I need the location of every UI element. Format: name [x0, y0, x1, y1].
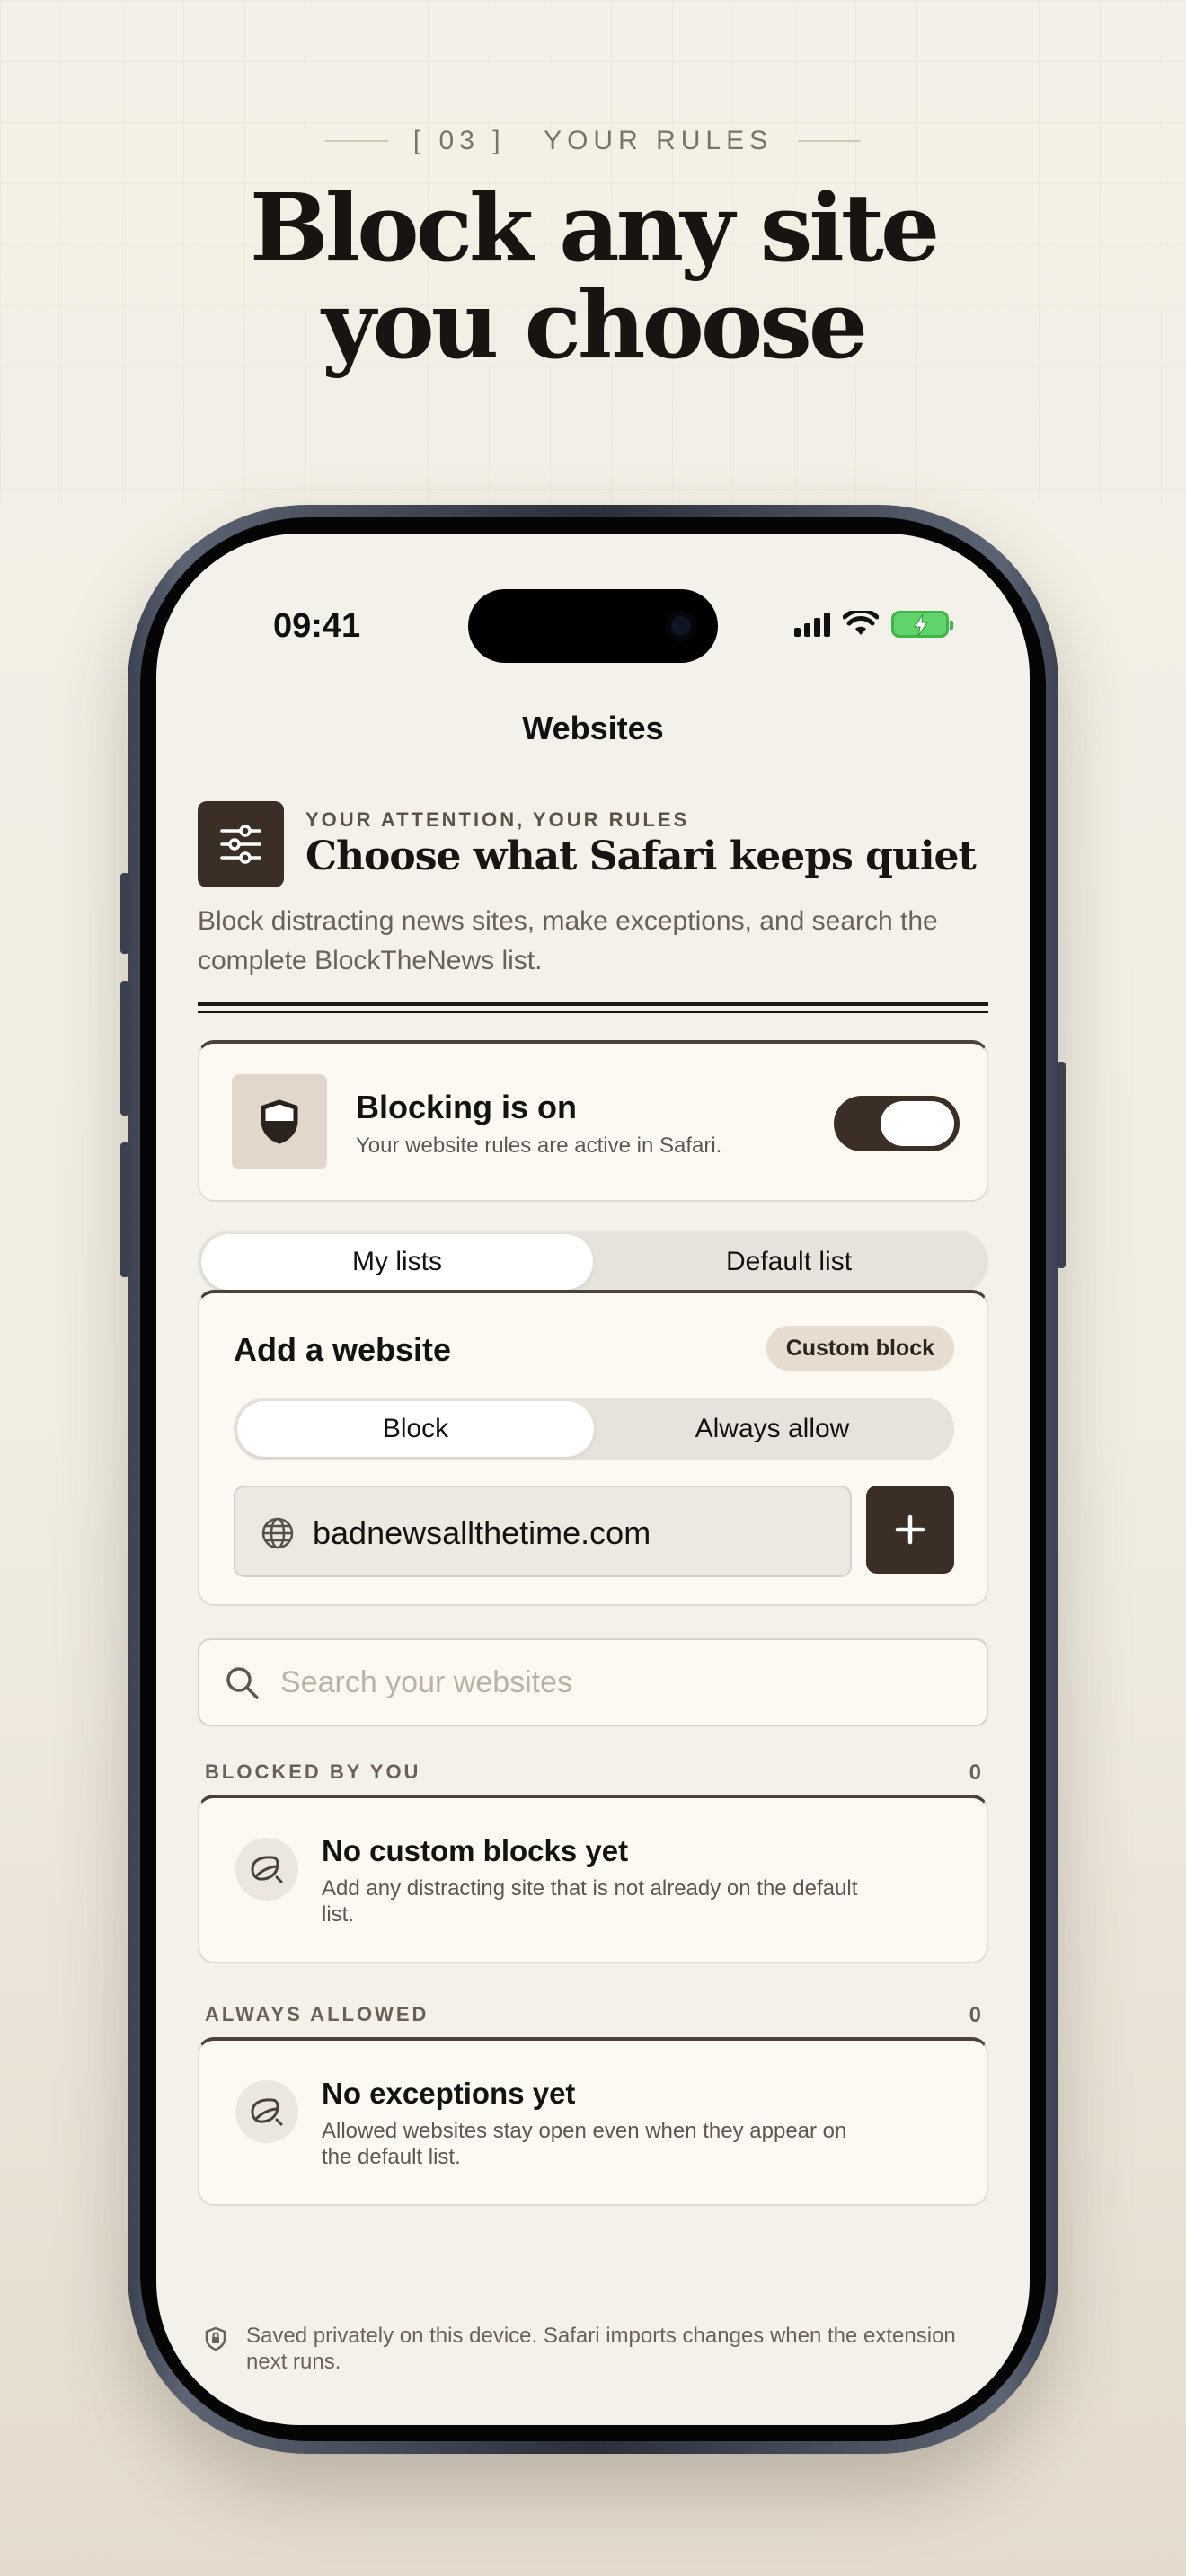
website-url-input[interactable]: badnewsallthetime.com	[234, 1486, 852, 1577]
search-icon	[226, 1667, 259, 1699]
add-website-button[interactable]	[866, 1486, 954, 1574]
allowed-empty-title: No exceptions yet	[322, 2077, 576, 2110]
page-title: Choose what Safari keeps quiet	[305, 834, 977, 879]
eyebrow-rule-right	[798, 140, 862, 142]
search-input[interactable]: Search your websites	[198, 1638, 988, 1726]
status-time: 09:41	[273, 607, 361, 645]
tab-default-list[interactable]: Default list	[593, 1234, 985, 1290]
dynamic-island	[468, 589, 718, 663]
privacy-note: Saved privately on this device. Safari i…	[246, 2324, 956, 2374]
add-website-title: Add a website	[234, 1331, 452, 1368]
headline-line-2: you choose	[321, 269, 868, 380]
status-icons	[794, 611, 953, 638]
toggle-knob	[881, 1101, 954, 1146]
camera-icon	[666, 611, 696, 641]
blocking-subtitle: Your website rules are active in Safari.	[356, 1134, 722, 1158]
volume-down-button	[120, 1142, 129, 1277]
blocked-section-label: BLOCKED BY YOU	[205, 1760, 421, 1783]
allowed-count: 0	[969, 2003, 981, 2027]
allowed-section-header: ALWAYS ALLOWED 0	[205, 2003, 981, 2027]
sliders-icon	[198, 801, 284, 887]
leaf-icon	[235, 1838, 298, 1901]
tab-my-lists[interactable]: My lists	[201, 1234, 593, 1290]
search-placeholder: Search your websites	[280, 1665, 573, 1699]
plus-icon	[895, 1514, 925, 1545]
page-description: Block distracting news sites, make excep…	[198, 906, 938, 975]
power-button	[1057, 1062, 1066, 1268]
blocking-status-card: Blocking is on Your website rules are ac…	[198, 1040, 988, 1202]
globe-icon	[261, 1517, 294, 1549]
cellular-signal-icon	[794, 612, 830, 637]
blocked-empty-card: No custom blocks yet Add any distracting…	[198, 1795, 988, 1963]
header-divider	[198, 1002, 988, 1013]
allowed-empty-card: No exceptions yet Allowed websites stay …	[198, 2037, 988, 2206]
website-url-value: badnewsallthetime.com	[313, 1514, 651, 1551]
header-kicker: YOUR ATTENTION, YOUR RULES	[305, 808, 690, 831]
custom-block-badge: Custom block	[766, 1326, 954, 1371]
blocked-empty-title: No custom blocks yet	[322, 1834, 629, 1867]
blocked-section-header: BLOCKED BY YOU 0	[205, 1760, 981, 1785]
blocking-toggle[interactable]	[834, 1096, 960, 1151]
phone-screen: 09:41 Websites YOUR ATTENTION, YOUR RULE…	[156, 534, 1030, 2425]
volume-up-button	[120, 981, 129, 1116]
eyebrow-text: [ 03 ] YOUR RULES	[412, 126, 774, 155]
blocking-title: Blocking is on	[356, 1089, 578, 1125]
phone-frame: 09:41 Websites YOUR ATTENTION, YOUR RULE…	[120, 505, 1066, 2454]
marketing-eyebrow: [ 03 ] YOUR RULES	[0, 126, 1186, 156]
mode-always-allow[interactable]: Always allow	[594, 1401, 951, 1457]
allowed-section-label: ALWAYS ALLOWED	[205, 2003, 429, 2025]
leaf-icon	[235, 2080, 298, 2143]
marketing-headline: Block any site you choose	[0, 180, 1186, 374]
action-button	[120, 873, 129, 954]
shield-icon	[232, 1074, 327, 1169]
blocked-count: 0	[969, 1760, 981, 1785]
lock-shield-icon	[205, 2326, 226, 2351]
list-tabs: My lists Default list	[198, 1231, 988, 1293]
eyebrow-rule-left	[324, 140, 388, 142]
mode-block[interactable]: Block	[237, 1401, 594, 1457]
wifi-icon	[843, 611, 879, 635]
headline-line-1: Block any site	[249, 172, 940, 283]
rule-mode-segment: Block Always allow	[234, 1398, 954, 1460]
add-website-card: Add a website Custom block Block Always …	[198, 1290, 988, 1606]
allowed-empty-subtitle: Allowed websites stay open even when the…	[322, 2119, 847, 2169]
blocked-empty-subtitle: Add any distracting site that is not alr…	[322, 1876, 858, 1927]
nav-title: Websites	[522, 710, 664, 746]
battery-charging-icon	[891, 611, 953, 638]
